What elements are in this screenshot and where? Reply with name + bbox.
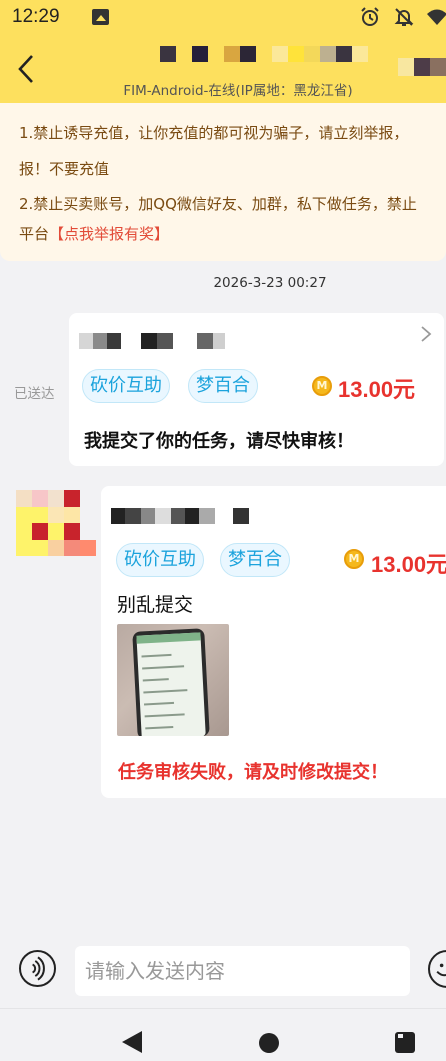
- coin-icon: M: [344, 549, 364, 569]
- task-title-redacted: [111, 508, 249, 524]
- notice-line-4: 平台【点我举报有奖】: [19, 222, 169, 246]
- notice-line-2: 报！不要充值: [19, 160, 110, 178]
- emoji-icon[interactable]: [428, 950, 446, 988]
- contact-status: FIM-Android-在线(IP属地：黑龙江省): [123, 83, 353, 99]
- avatar[interactable]: [16, 490, 96, 556]
- review-status: 任务审核失败，请及时修改提交！: [118, 762, 388, 783]
- notice-line-4-prefix: 平台: [19, 225, 50, 243]
- tag-chip: 砍价互助: [82, 369, 170, 403]
- message-timestamp: 2026-3-23 00:27: [213, 275, 327, 291]
- voice-icon[interactable]: [19, 950, 56, 987]
- nav-recents-icon[interactable]: [395, 1032, 415, 1053]
- submission-photo[interactable]: [117, 624, 229, 736]
- nav-home-icon[interactable]: [259, 1033, 279, 1053]
- coin-icon: M: [312, 376, 332, 396]
- task-card-received[interactable]: 砍价互助 梦百合 M 13.00元 别乱提交 任务审核失败，请及时修改提交！: [101, 486, 446, 798]
- status-time: 12:29: [12, 6, 60, 27]
- alarm-icon: [361, 7, 379, 26]
- input-bar: [0, 938, 446, 1008]
- wifi-icon: [427, 9, 446, 25]
- nav-back-icon[interactable]: [122, 1031, 142, 1053]
- tag-chip: 砍价互助: [116, 543, 204, 577]
- task-price: 13.00元: [338, 377, 416, 402]
- system-nav-bar: [0, 1008, 446, 1061]
- tag-chip: 梦百合: [188, 369, 258, 403]
- warning-notice: 1.禁止诱导充值，让你充值的都可视为骗子，请立刻举报， 报！不要充值 2.禁止买…: [0, 103, 446, 261]
- notifications-off-icon: [394, 8, 414, 26]
- status-bar: 12:29: [0, 0, 446, 36]
- notice-line-1: 1.禁止诱导充值，让你充值的都可视为骗子，请立刻举报，: [19, 124, 409, 142]
- tag-chip: 梦百合: [220, 543, 290, 577]
- task-price: 13.00元: [371, 552, 446, 577]
- contact-name-redacted: [160, 46, 384, 62]
- task-card-sent[interactable]: 砍价互助 梦百合 M 13.00元 我提交了你的任务，请尽快审核！: [69, 313, 444, 466]
- delivery-status: 已送达: [14, 386, 55, 402]
- chat-header: FIM-Android-在线(IP属地：黑龙江省): [0, 36, 446, 103]
- report-link[interactable]: 【点我举报有奖】: [49, 225, 169, 243]
- gallery-icon: [92, 9, 109, 25]
- phone-image: [132, 628, 210, 736]
- review-comment: 别乱提交: [117, 594, 194, 616]
- task-title-redacted: [79, 333, 225, 349]
- chevron-right-icon[interactable]: [420, 325, 432, 343]
- notice-line-3: 2.禁止买卖账号，加QQ微信好友、加群，私下做任务，禁止: [19, 195, 417, 213]
- header-redacted-block: [398, 58, 446, 76]
- message-input[interactable]: [75, 946, 410, 996]
- message-text: 我提交了你的任务，请尽快审核！: [84, 431, 354, 452]
